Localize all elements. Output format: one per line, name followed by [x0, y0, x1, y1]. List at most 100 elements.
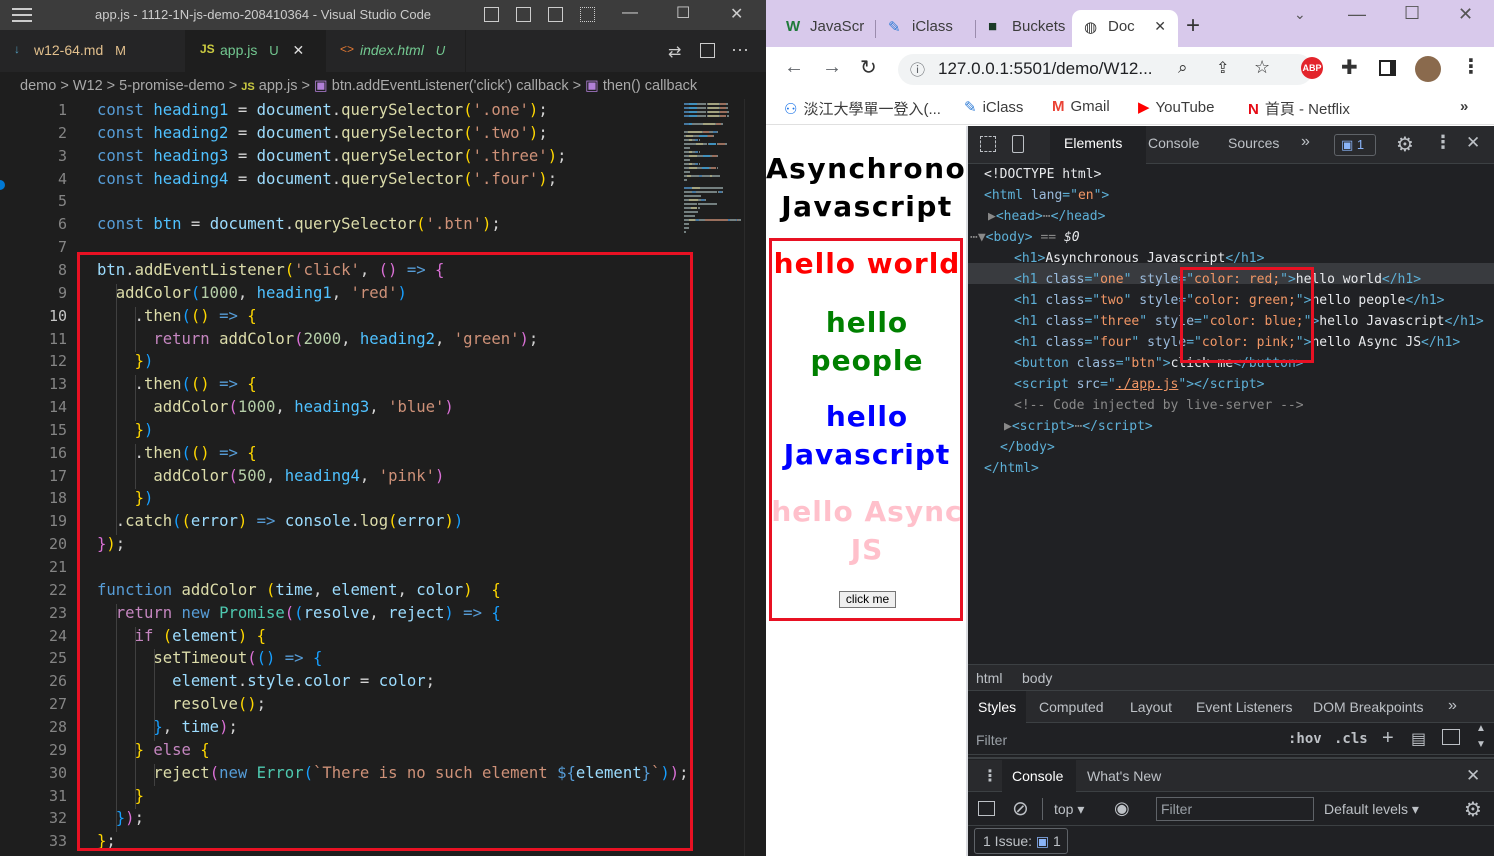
clear-console-icon[interactable]: ⊘: [1012, 796, 1029, 821]
tab-elements[interactable]: Elements: [1064, 135, 1122, 151]
bookmark-tku-sso[interactable]: ⚇ 淡江大學單一登入(...: [784, 98, 941, 119]
device-toolbar-icon[interactable]: [1012, 135, 1024, 153]
cls-toggle[interactable]: .cls: [1334, 731, 1368, 747]
dom-line[interactable]: <h1>Asynchronous Javascript</h1>: [1014, 251, 1264, 266]
dom-line[interactable]: ⋯▼<body> == $0: [970, 230, 1080, 245]
breadcrumb-item[interactable]: 5-promise-demo: [119, 78, 225, 94]
code-line[interactable]: const btn = document.querySelector('.btn…: [97, 215, 501, 233]
dom-line[interactable]: <!-- Code injected by live-server -->: [1014, 398, 1304, 413]
live-expression-eye-icon[interactable]: ◉: [1114, 798, 1130, 819]
devtools-splitter[interactable]: [966, 126, 968, 856]
toggle-panel-icon[interactable]: [516, 7, 531, 22]
settings-gear-icon[interactable]: ⚙: [1396, 132, 1414, 157]
dom-line[interactable]: </body>: [1000, 440, 1055, 455]
toggle-secondary-sidebar-icon[interactable]: [548, 7, 563, 22]
dom-tree[interactable]: <!DOCTYPE html> <html lang="en"> ▶<head>…: [968, 164, 1494, 664]
console-settings-gear-icon[interactable]: ⚙: [1464, 797, 1482, 822]
more-tabs-icon[interactable]: »: [1301, 133, 1310, 151]
code-line[interactable]: const heading4 = document.querySelector(…: [97, 170, 557, 188]
devtools-menu-icon[interactable]: ⋮: [1434, 132, 1452, 153]
minimap[interactable]: [684, 99, 744, 239]
crumb-body[interactable]: body: [1022, 670, 1052, 686]
maximize-icon[interactable]: ☐: [676, 3, 690, 23]
chrome-menu-icon[interactable]: ⋮: [1461, 54, 1481, 79]
tab-styles[interactable]: Styles: [978, 699, 1016, 715]
browser-tab-buckets[interactable]: ■ Buckets: [976, 10, 1072, 47]
console-sidebar-icon[interactable]: [978, 801, 995, 816]
dom-line[interactable]: <script src="./app.js"></script>: [1014, 377, 1264, 392]
drawer-tab-console[interactable]: Console: [1012, 768, 1063, 784]
bookmark-netflix[interactable]: N 首頁 - Netflix: [1248, 98, 1350, 119]
close-tab-icon[interactable]: ✕: [293, 42, 305, 58]
drawer-tab-whats-new[interactable]: What's New: [1087, 768, 1161, 784]
maximize-icon[interactable]: ☐: [1404, 3, 1420, 24]
bookmarks-more-icon[interactable]: »: [1460, 98, 1468, 115]
tab-app-js[interactable]: JS app.js U ✕: [186, 30, 326, 72]
new-style-rule-icon[interactable]: +: [1382, 727, 1394, 750]
toggle-sidebar-icon[interactable]: [1442, 729, 1460, 745]
close-devtools-icon[interactable]: ✕: [1466, 133, 1480, 153]
minimize-icon[interactable]: —: [1348, 4, 1366, 25]
tab-w12-64-md[interactable]: ↓ w12-64.md M: [0, 30, 186, 72]
tab-console[interactable]: Console: [1148, 135, 1199, 151]
issues-badge[interactable]: ▣ 1: [1334, 134, 1376, 156]
dom-line[interactable]: <!DOCTYPE html>: [984, 167, 1101, 182]
bookmark-gmail[interactable]: M Gmail: [1052, 98, 1110, 115]
breadcrumb-item[interactable]: then() callback: [603, 78, 697, 94]
drawer-menu-icon[interactable]: ⋮: [982, 766, 998, 786]
extensions-icon[interactable]: ✚: [1341, 55, 1358, 80]
code-line[interactable]: const heading2 = document.querySelector(…: [97, 124, 548, 142]
tab-sources[interactable]: Sources: [1228, 135, 1279, 151]
breadcrumb-item[interactable]: app.js: [259, 78, 298, 94]
tab-layout[interactable]: Layout: [1130, 699, 1172, 715]
scroll-down-icon[interactable]: ▼: [1476, 739, 1486, 750]
site-info-icon[interactable]: ⓘ: [910, 59, 925, 80]
browser-tab-doc[interactable]: ◍ Doc ✕: [1072, 10, 1178, 47]
bookmark-youtube[interactable]: ▶ YouTube: [1138, 98, 1215, 116]
side-panel-icon[interactable]: [1379, 60, 1396, 76]
more-tabs-icon[interactable]: »: [1448, 697, 1457, 715]
log-levels-dropdown[interactable]: Default levels ▾: [1324, 801, 1419, 818]
more-actions-icon[interactable]: ···: [731, 39, 749, 60]
tab-search-icon[interactable]: ⌄: [1294, 6, 1306, 23]
tab-event-listeners[interactable]: Event Listeners: [1196, 699, 1293, 715]
zoom-icon[interactable]: ⌕: [1178, 58, 1188, 78]
close-window-icon[interactable]: ✕: [730, 4, 743, 24]
back-icon[interactable]: ←: [784, 56, 804, 79]
tab-computed[interactable]: Computed: [1039, 699, 1104, 715]
code-line[interactable]: const heading1 = document.querySelector(…: [97, 101, 548, 119]
close-drawer-icon[interactable]: ✕: [1466, 766, 1480, 786]
context-selector[interactable]: top ▾: [1054, 801, 1084, 818]
bookmark-iclass[interactable]: ✎ iClass: [964, 98, 1023, 116]
forward-icon[interactable]: →: [822, 56, 842, 79]
reload-icon[interactable]: ↻: [860, 55, 877, 80]
breadcrumb-item[interactable]: btn.addEventListener('click') callback: [332, 78, 569, 94]
toggle-primary-sidebar-icon[interactable]: [484, 7, 499, 22]
hov-toggle[interactable]: :hov: [1288, 731, 1322, 747]
close-tab-icon[interactable]: ✕: [1154, 18, 1166, 35]
issues-counter[interactable]: 1 Issue: ▣ 1: [974, 828, 1068, 854]
paint-brush-icon[interactable]: ▤: [1411, 729, 1426, 749]
scroll-up-icon[interactable]: ▲: [1476, 723, 1486, 734]
share-icon[interactable]: ⇪: [1216, 58, 1229, 78]
dom-line[interactable]: ▶<script>⋯</script>: [1004, 419, 1153, 434]
inspect-element-icon[interactable]: [980, 136, 996, 152]
tab-index-html[interactable]: <> index.html U: [326, 30, 466, 72]
dom-line[interactable]: <html lang="en">: [984, 188, 1109, 203]
bookmark-star-icon[interactable]: ☆: [1254, 57, 1270, 78]
code-line[interactable]: const heading3 = document.querySelector(…: [97, 147, 566, 165]
breadcrumb-item[interactable]: demo: [20, 78, 56, 94]
editor-scrollbar[interactable]: [744, 99, 758, 856]
browser-tab-iclass[interactable]: ✎ iClass: [876, 10, 976, 47]
minimize-icon[interactable]: —: [622, 4, 638, 22]
adblock-icon[interactable]: ABP: [1301, 57, 1323, 79]
browser-tab-javascript[interactable]: W JavaScr: [774, 10, 876, 47]
open-changes-icon[interactable]: ⇄: [668, 42, 681, 62]
address-bar[interactable]: ⓘ 127.0.0.1:5501/demo/W12... ⌕ ⇪ ☆: [898, 54, 1313, 85]
breadcrumb-item[interactable]: W12: [73, 78, 103, 94]
menu-icon[interactable]: [12, 8, 32, 22]
dom-line[interactable]: </html>: [984, 461, 1039, 476]
console-filter-input[interactable]: Filter: [1156, 797, 1314, 821]
new-tab-button[interactable]: +: [1186, 12, 1200, 40]
close-window-icon[interactable]: ✕: [1458, 4, 1473, 25]
